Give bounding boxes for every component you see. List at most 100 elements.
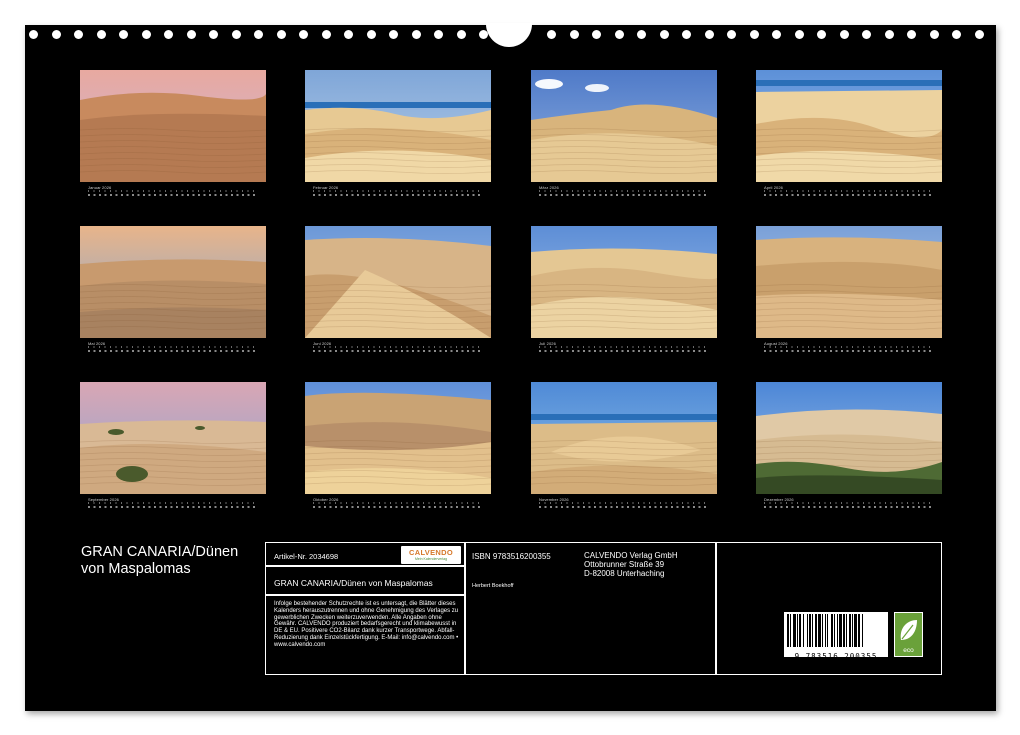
calendar-title: GRAN CANARIA/Dünen von Maspalomas: [81, 544, 271, 578]
dune-photo: [531, 382, 717, 494]
binding-hole: [952, 30, 961, 39]
dune-photo: [80, 70, 266, 182]
divider: [266, 565, 464, 567]
day-strip: [539, 502, 709, 512]
binding-hole: [29, 30, 38, 39]
month-tile: Juli 2026: [531, 226, 717, 360]
day-strip: [313, 346, 483, 356]
binding-hole: [434, 30, 443, 39]
day-strip: [313, 190, 483, 200]
binding-hole: [839, 30, 849, 39]
dune-photo-image: [80, 382, 266, 494]
dune-photo: [756, 70, 942, 182]
binding-hole: [96, 30, 106, 39]
imprint-box: Artikel-Nr. 2034698 CALVENDO Mein Kalend…: [265, 542, 942, 675]
eco-label: eco: [903, 647, 914, 654]
dune-photo-image: [756, 226, 942, 338]
isbn: ISBN 9783516200355: [472, 552, 551, 561]
dune-photo-image: [531, 382, 717, 494]
binding-hole: [209, 30, 218, 39]
month-tile: Januar 2026: [80, 70, 266, 204]
day-strip: [88, 346, 258, 356]
barcode-bars: [787, 614, 863, 647]
binding-hole: [817, 30, 826, 39]
logo-tagline: Mein Kalenderverlag: [414, 557, 448, 561]
binding-hole: [704, 30, 714, 39]
author-name: Herbert Boekhoff: [472, 583, 514, 589]
divider: [266, 594, 464, 596]
calendar-back-sheet: Januar 2026 Februar 2026 März 2026 April 20…: [25, 23, 996, 711]
month-tile: Mai 2026: [80, 226, 266, 360]
binding-hole: [164, 30, 173, 39]
dune-photo-image: [305, 382, 491, 494]
legal-notice: Infolge bestehender Schutzrechte ist es …: [274, 601, 459, 648]
dune-photo-image: [756, 382, 942, 494]
month-tile: Dezember 2026: [756, 382, 942, 516]
month-tile: Februar 2026: [305, 70, 491, 204]
day-strip: [764, 502, 934, 512]
logo-text: CALVENDO: [409, 548, 453, 557]
binding-hole: [119, 30, 128, 39]
book-title: GRAN CANARIA/Dünen von Maspalomas: [274, 578, 433, 588]
dune-photo-image: [531, 70, 717, 182]
day-strip: [88, 190, 258, 200]
dune-photo: [756, 226, 942, 338]
binding-hole: [321, 30, 331, 39]
binding-hole: [344, 30, 353, 39]
binding-hole: [276, 30, 286, 39]
binding-hole: [547, 30, 556, 39]
calvendo-logo: CALVENDO Mein Kalenderverlag: [401, 546, 461, 564]
binding-hole: [749, 30, 759, 39]
day-strip: [539, 190, 709, 200]
month-tile: November 2026: [531, 382, 717, 516]
binding-hole: [637, 30, 646, 39]
binding-hole: [794, 30, 804, 39]
dune-photo: [305, 70, 491, 182]
barcode-number: 9 783516 200355: [794, 652, 878, 661]
article-number: Artikel-Nr. 2034698: [274, 552, 339, 561]
month-tile: Oktober 2026: [305, 382, 491, 516]
dune-photo: [80, 382, 266, 494]
divider: [715, 543, 717, 674]
publisher-city: D-82008 Unterhaching: [584, 569, 665, 578]
binding-hole: [186, 30, 196, 39]
publisher-name: CALVENDO Verlag GmbH: [584, 551, 678, 560]
publisher-address: CALVENDO Verlag GmbH Ottobrunner Straße …: [584, 551, 678, 578]
dune-photo-image: [305, 70, 491, 182]
month-tile: April 2026: [756, 70, 942, 204]
leaf-icon: [900, 620, 917, 640]
dune-photo-image: [756, 70, 942, 182]
binding-hole: [929, 30, 939, 39]
binding-hole: [862, 30, 871, 39]
day-strip: [764, 346, 934, 356]
binding-hole: [659, 30, 669, 39]
dune-photo-image: [80, 70, 266, 182]
dune-photo: [305, 382, 491, 494]
day-strip: [764, 190, 934, 200]
day-strip: [539, 346, 709, 356]
binding-hole: [682, 30, 691, 39]
dune-photo: [80, 226, 266, 338]
binding-hole: [411, 30, 421, 39]
binding-hole: [231, 30, 241, 39]
binding-hole: [389, 30, 398, 39]
eco-badge: eco: [894, 612, 923, 657]
day-strip: [88, 502, 258, 512]
binding-hole: [614, 30, 624, 39]
binding-hole: [569, 30, 579, 39]
month-tile: August 2026: [756, 226, 942, 360]
publisher-street: Ottobrunner Straße 39: [584, 560, 665, 569]
month-tile: März 2026: [531, 70, 717, 204]
hanger-cutout: [486, 23, 532, 47]
binding-hole: [51, 30, 61, 39]
binding-hole: [974, 30, 984, 39]
barcode: 9 783516 200355: [784, 612, 888, 661]
dune-photo-image: [531, 226, 717, 338]
dune-photo: [305, 226, 491, 338]
binding-hole: [254, 30, 263, 39]
dune-photo-image: [80, 226, 266, 338]
divider: [464, 543, 466, 674]
dune-photo: [531, 70, 717, 182]
month-tile: September 2026: [80, 382, 266, 516]
month-tile: Juni 2026: [305, 226, 491, 360]
